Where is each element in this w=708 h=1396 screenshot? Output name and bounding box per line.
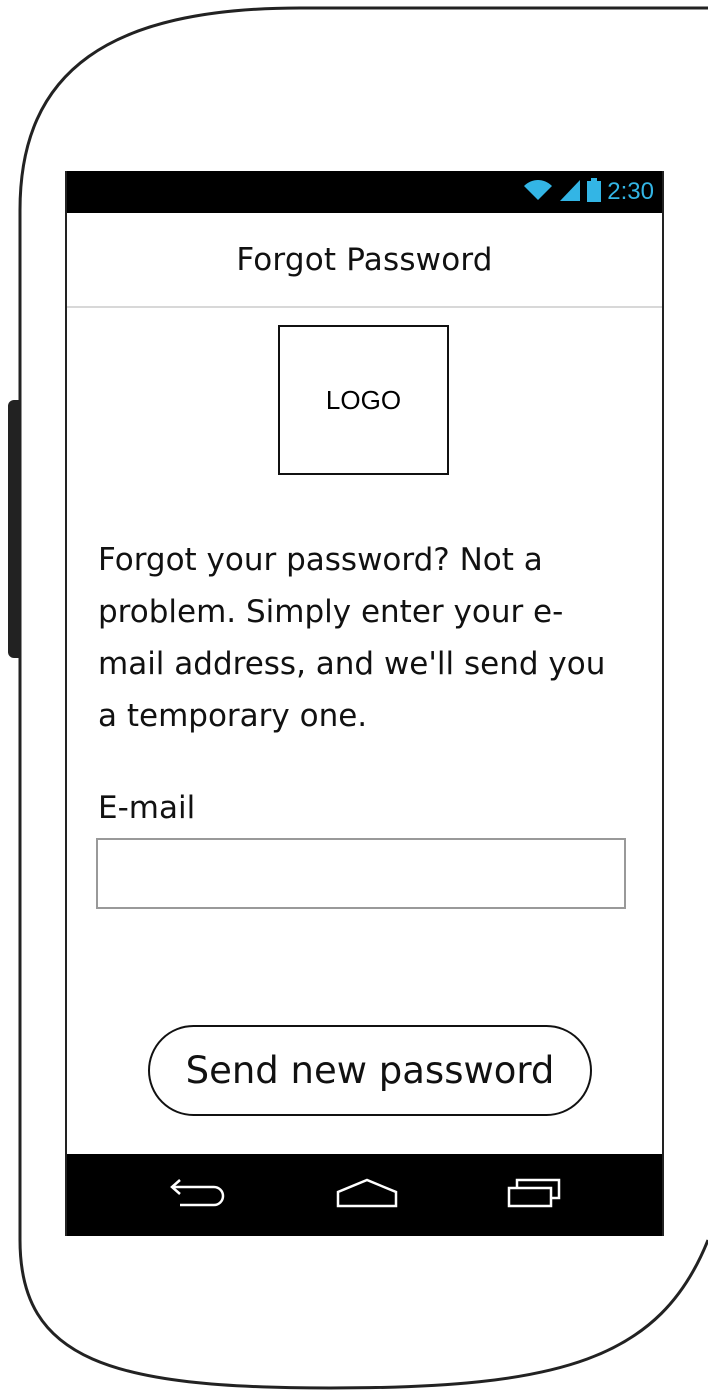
home-icon [336, 1176, 398, 1215]
send-button-label: Send new password [185, 1049, 555, 1092]
logo-label: LOGO [325, 384, 402, 415]
recent-apps-button[interactable] [499, 1172, 569, 1218]
title-bar: Forgot Password [67, 213, 662, 308]
signal-icon [559, 178, 581, 207]
side-button [8, 400, 20, 658]
page-title: Forgot Password [236, 241, 493, 278]
wifi-icon [523, 178, 553, 207]
status-icons: 2:30 [523, 177, 654, 207]
logo-placeholder: LOGO [278, 325, 449, 475]
back-button[interactable] [163, 1172, 233, 1218]
back-icon [168, 1176, 228, 1215]
nav-bar [67, 1154, 662, 1236]
status-time: 2:30 [607, 178, 654, 205]
email-field[interactable] [96, 838, 626, 909]
phone-frame: 2:30 Forgot Password LOGO Forgot your pa… [0, 0, 708, 1396]
instruction-text: Forgot your password? Not a problem. Sim… [98, 542, 606, 734]
battery-icon [587, 177, 602, 207]
phone-screen: 2:30 Forgot Password LOGO Forgot your pa… [65, 171, 664, 1236]
status-bar: 2:30 [67, 171, 662, 213]
email-label: E-mail [98, 790, 196, 826]
home-button[interactable] [332, 1172, 402, 1218]
send-new-password-button[interactable]: Send new password [148, 1025, 592, 1116]
recent-apps-icon [503, 1176, 565, 1215]
